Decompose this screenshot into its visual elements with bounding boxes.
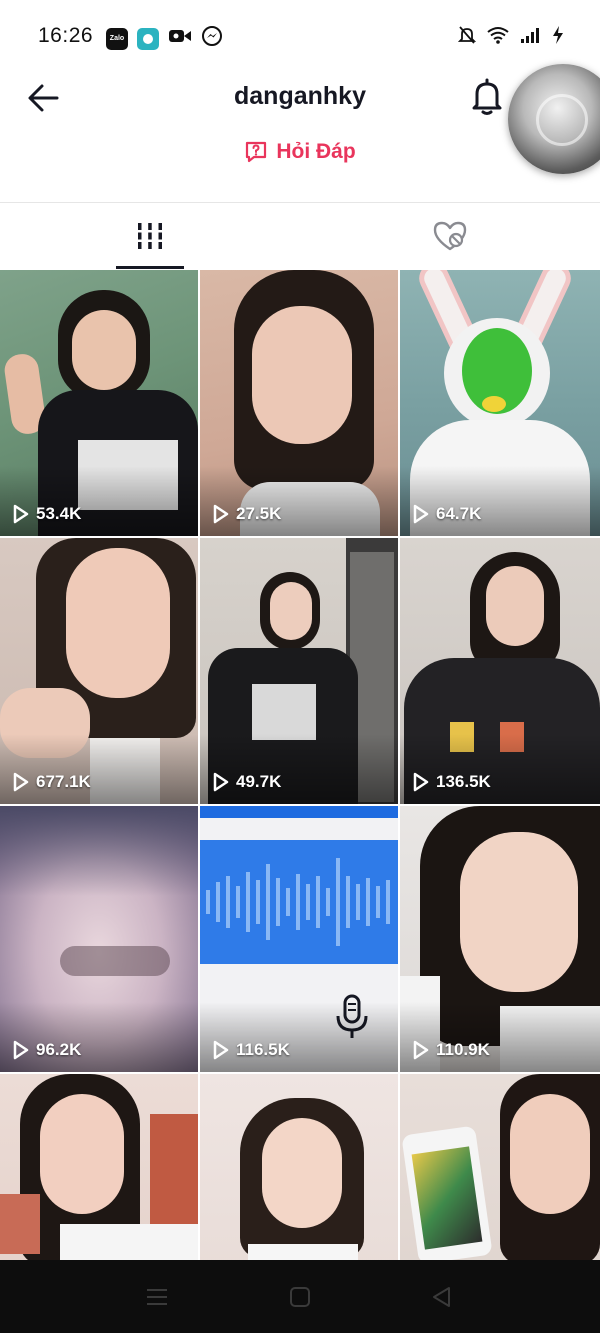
- profile-tabs: [0, 203, 600, 269]
- messenger-icon: [201, 25, 223, 52]
- heart-hidden-icon: [433, 221, 467, 251]
- view-count: 64.7K: [412, 504, 481, 524]
- tab-liked[interactable]: [300, 203, 600, 269]
- play-icon: [13, 772, 29, 792]
- home-icon: [290, 1287, 310, 1307]
- video-tile[interactable]: 49.7K: [200, 538, 398, 804]
- home-button[interactable]: [285, 1282, 315, 1312]
- video-icon: [168, 26, 192, 51]
- notification-bell-button[interactable]: [466, 76, 508, 118]
- video-tile[interactable]: 116.5K: [200, 806, 398, 1072]
- view-count: 27.5K: [212, 504, 281, 524]
- status-system-icons: [457, 25, 564, 50]
- status-bar: 16:26 Zalo: [0, 0, 600, 72]
- grid-icon: [138, 223, 162, 249]
- view-count: 53.4K: [12, 504, 81, 524]
- play-icon: [13, 1040, 29, 1060]
- play-icon: [413, 1040, 429, 1060]
- video-tile[interactable]: 27.5K: [200, 270, 398, 536]
- charging-icon: [552, 25, 564, 50]
- video-tile[interactable]: 64.7K: [400, 270, 600, 536]
- video-tile[interactable]: 96.2K: [0, 806, 198, 1072]
- video-tile[interactable]: [400, 1074, 600, 1260]
- active-tab-indicator: [116, 266, 184, 269]
- back-triangle-icon: [433, 1287, 450, 1307]
- view-count: 110.9K: [412, 1040, 490, 1060]
- app-icon: [137, 27, 159, 50]
- view-count: 116.5K: [212, 1040, 290, 1060]
- view-count: 136.5K: [412, 772, 491, 792]
- menu-icon: [147, 1289, 167, 1305]
- status-app-icons: Zalo: [106, 25, 223, 52]
- signal-icon: [520, 26, 542, 49]
- view-count: 96.2K: [12, 1040, 81, 1060]
- play-icon: [213, 1040, 229, 1060]
- play-icon: [13, 504, 29, 524]
- qa-link[interactable]: Hỏi Đáp: [0, 140, 600, 164]
- play-icon: [213, 504, 229, 524]
- play-icon: [413, 504, 429, 524]
- play-icon: [413, 772, 429, 792]
- video-tile[interactable]: 53.4K: [0, 270, 198, 536]
- view-count: 49.7K: [212, 772, 281, 792]
- system-back-button[interactable]: [427, 1282, 457, 1312]
- video-tile[interactable]: 110.9K: [400, 806, 600, 1072]
- video-tile[interactable]: 136.5K: [400, 538, 600, 804]
- tab-videos[interactable]: [0, 203, 300, 269]
- bell-icon: [472, 78, 502, 115]
- wifi-icon: [486, 25, 510, 50]
- view-count: 677.1K: [12, 772, 91, 792]
- mute-icon: [457, 25, 477, 50]
- question-message-icon: [246, 141, 267, 163]
- recent-apps-button[interactable]: [142, 1282, 172, 1312]
- status-time: 16:26: [38, 24, 94, 47]
- video-tile[interactable]: 677.1K: [0, 538, 198, 804]
- video-tile[interactable]: [200, 1074, 398, 1260]
- zalo-icon: Zalo: [106, 27, 128, 50]
- video-grid: 53.4K 27.5K 64.7K 677.1K 49.7K 136.5K 96…: [0, 270, 600, 1260]
- play-icon: [213, 772, 229, 792]
- video-tile[interactable]: [0, 1074, 198, 1260]
- system-navigation-bar: [0, 1260, 600, 1333]
- qa-label: Hỏi Đáp: [276, 140, 356, 163]
